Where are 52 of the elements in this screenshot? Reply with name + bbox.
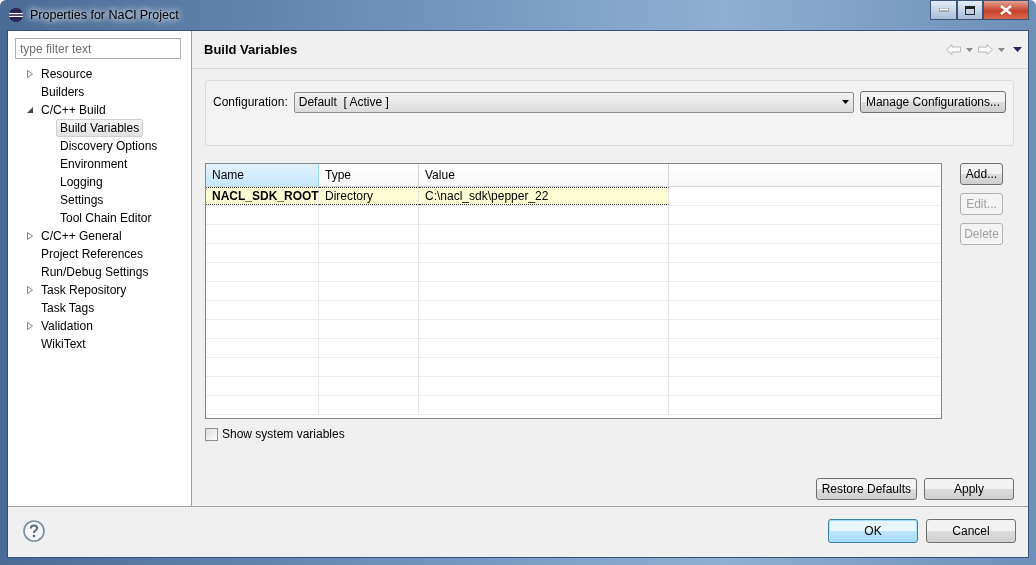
back-arrow-icon[interactable] [946, 44, 961, 55]
dialog-button[interactable]: OK [828, 519, 918, 543]
help-icon[interactable] [23, 520, 45, 542]
tree-item[interactable]: Validation [37, 317, 97, 335]
collapsed-arrow-icon[interactable] [26, 232, 34, 240]
table-cell: NACL_SDK_ROOT [206, 187, 319, 205]
collapsed-arrow-icon[interactable] [26, 322, 34, 330]
tree-item[interactable]: Tool Chain Editor [56, 209, 156, 227]
tree-item[interactable]: Build Variables [56, 119, 144, 137]
page-button[interactable]: Restore Defaults [815, 478, 917, 500]
table-row[interactable]: NACL_SDK_ROOT Directory C:\nacl_sdk\pepper_22 [206, 187, 941, 206]
checkbox[interactable] [205, 427, 218, 441]
view-menu-icon[interactable] [1013, 47, 1022, 52]
checkbox-label: Show system variables [222, 427, 345, 441]
forward-arrow-icon[interactable] [978, 44, 993, 55]
page-button[interactable]: Apply [924, 478, 1014, 500]
dropdown-arrow-icon[interactable] [966, 47, 973, 52]
tree-item[interactable]: Logging [56, 173, 107, 191]
window-title: Properties for NaCl Project [30, 8, 179, 22]
tree-item[interactable]: C/C++ Build [37, 101, 110, 119]
column-header[interactable]: Name [206, 164, 319, 186]
filter-field[interactable]: type filter text [15, 38, 181, 59]
configuration-label: Configuration: [213, 95, 288, 109]
tree-item[interactable]: Environment [56, 155, 132, 173]
tree-item[interactable]: Discovery Options [56, 137, 162, 155]
maximize-icon[interactable] [957, 0, 983, 20]
tree-item[interactable]: Builders [37, 83, 89, 101]
dropdown-arrow-icon [841, 100, 849, 104]
configuration-dropdown[interactable]: Default [ Active ] [293, 91, 854, 113]
tree-item[interactable]: Task Repository [37, 281, 131, 299]
tree-item[interactable]: Resource [37, 65, 97, 83]
tree-item[interactable]: Settings [56, 191, 108, 209]
tree-item[interactable]: C/C++ General [37, 227, 126, 245]
expanded-arrow-icon[interactable] [26, 106, 34, 114]
minimize-icon[interactable] [930, 0, 957, 20]
tree-item[interactable]: Run/Debug Settings [37, 263, 153, 281]
dialog-button[interactable]: Cancel [926, 519, 1016, 543]
tree-item[interactable]: Project References [37, 245, 148, 263]
table-cell: Directory [319, 187, 419, 205]
app-logo-icon [8, 7, 24, 23]
column-header[interactable]: Value [419, 164, 669, 186]
column-header[interactable]: Type [319, 164, 419, 186]
table-action-button[interactable]: Add... [960, 163, 1003, 185]
collapsed-arrow-icon[interactable] [26, 70, 34, 78]
dropdown-arrow-icon[interactable] [998, 47, 1005, 52]
tree-item[interactable]: WikiText [37, 335, 90, 353]
collapsed-arrow-icon[interactable] [26, 286, 34, 294]
tree-item[interactable]: Task Tags [37, 299, 99, 317]
table-cell: C:\nacl_sdk\pepper_22 [419, 187, 669, 205]
manage-configurations-button[interactable]: Manage Configurations... [859, 91, 1006, 113]
page-title: Build Variables [204, 42, 298, 57]
close-icon[interactable] [983, 0, 1029, 20]
